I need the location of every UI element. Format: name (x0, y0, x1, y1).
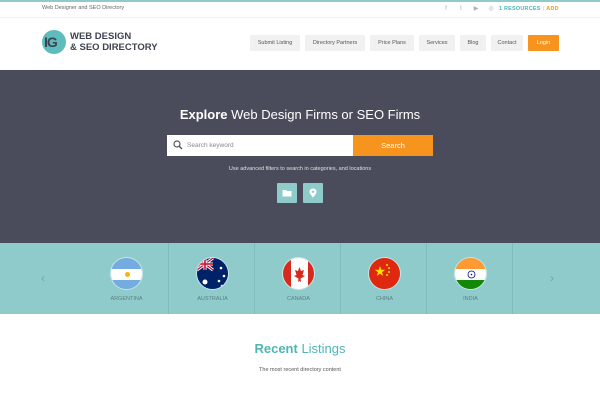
carousel-next-arrow[interactable]: › (550, 271, 554, 285)
china-flag-icon (368, 257, 401, 290)
recent-listings-subtitle: The most recent directory content (259, 367, 341, 373)
search-bar: Search (167, 135, 433, 156)
nav-directory-partners[interactable]: Directory Partners (305, 35, 365, 51)
country-item-canada[interactable]: CANADA (256, 243, 341, 314)
site-logo[interactable]: IG WEB DESIGN & SEO DIRECTORY (42, 30, 158, 54)
site-tagline: Web Designer and SEO Directory (42, 5, 125, 11)
nav-services[interactable]: Services (419, 35, 455, 51)
hero-title: Explore Web Design Firms or SEO Firms (179, 107, 421, 122)
divider: | (542, 6, 545, 12)
top-bar: Web Designer and SEO Directory f t ▶ ◎ 1… (0, 2, 600, 18)
instagram-icon[interactable]: ◎ (487, 5, 495, 13)
search-input[interactable] (187, 135, 347, 156)
country-item-argentina[interactable]: ARGENTINA (84, 243, 169, 314)
country-name: CANADA (287, 296, 310, 302)
add-link[interactable]: ADD (546, 6, 559, 12)
youtube-icon[interactable]: ▶ (472, 5, 480, 13)
nav-blog[interactable]: Blog (460, 35, 486, 51)
carousel-prev-arrow[interactable]: ‹ (41, 271, 45, 285)
country-name: INDIA (463, 296, 478, 302)
australia-flag-icon (196, 257, 229, 290)
argentina-flag-icon (110, 257, 143, 290)
folder-icon (282, 190, 292, 197)
category-filter-button[interactable] (277, 183, 297, 203)
location-filter-button[interactable] (303, 183, 323, 203)
search-help-text: Use advanced filters to search in catego… (228, 166, 372, 172)
country-name: AUSTRALIA (197, 296, 228, 302)
recent-listings-title: Recent Listings (254, 341, 346, 356)
country-name: CHINA (375, 296, 394, 302)
country-name: ARGENTINA (110, 296, 143, 302)
logo-mark: IG (42, 30, 66, 54)
india-flag-icon (454, 257, 487, 290)
hero-section (0, 70, 600, 243)
search-field (167, 135, 353, 156)
search-button[interactable]: Search (353, 135, 433, 156)
login-button[interactable]: Login (528, 35, 559, 51)
location-pin-icon (309, 188, 317, 198)
twitter-icon[interactable]: t (457, 5, 465, 13)
nav-price-plans[interactable]: Price Plans (370, 35, 414, 51)
country-item-india[interactable]: INDIA (428, 243, 513, 314)
nav-submit-listing[interactable]: Submit Listing (250, 35, 300, 51)
canada-flag-icon (282, 257, 315, 290)
social-links: f t ▶ ◎ (442, 5, 495, 13)
resources-area: 1 RESOURCES | ADD (499, 6, 559, 12)
logo-text: WEB DESIGN & SEO DIRECTORY (70, 31, 158, 53)
search-icon (173, 140, 183, 150)
country-item-china[interactable]: CHINA (342, 243, 427, 314)
resources-link[interactable]: 1 RESOURCES (499, 6, 541, 12)
facebook-icon[interactable]: f (442, 5, 450, 13)
nav-contact[interactable]: Contact (491, 35, 523, 51)
country-item-australia[interactable]: AUSTRALIA (170, 243, 255, 314)
